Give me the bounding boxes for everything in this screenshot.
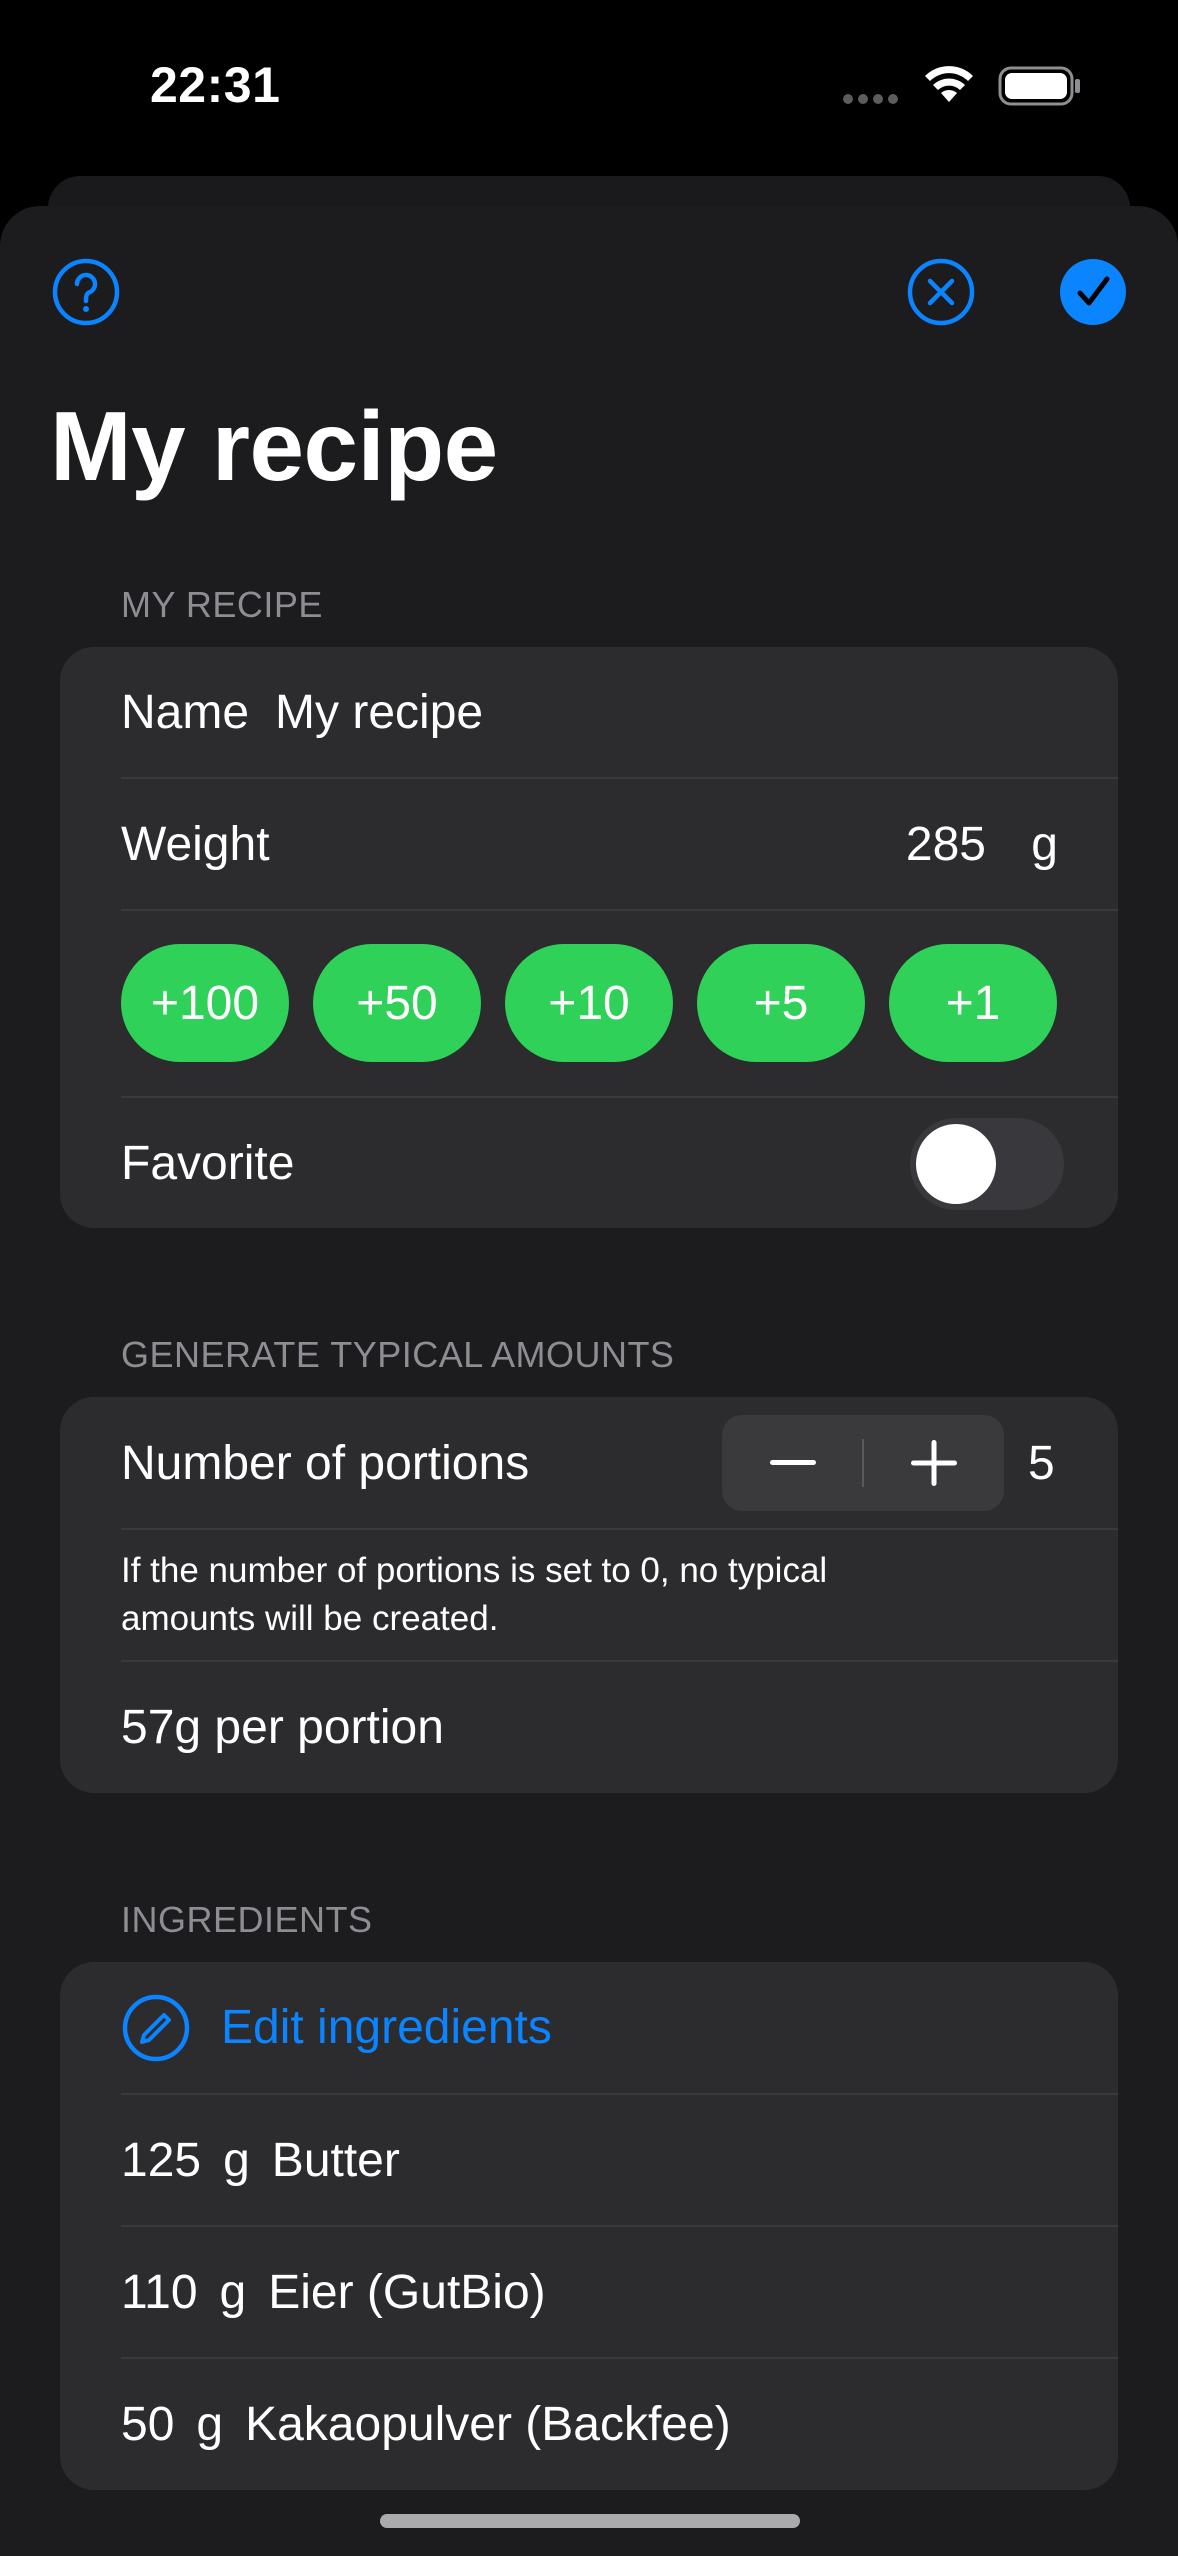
favorite-row: Favorite bbox=[60, 1098, 1118, 1228]
checkmark-circle-fill-icon bbox=[1060, 259, 1126, 325]
weight-unit: g bbox=[1031, 817, 1058, 871]
ingredient-row[interactable]: 125 g Butter bbox=[60, 2095, 1118, 2225]
ingredient-name: Eier (GutBio) bbox=[268, 2265, 546, 2319]
battery-icon bbox=[998, 66, 1080, 106]
wifi-icon bbox=[925, 66, 973, 102]
ingredient-unit: g bbox=[196, 2398, 224, 2451]
increment-100-button[interactable]: +100 bbox=[121, 944, 289, 1062]
portions-stepper bbox=[722, 1415, 1004, 1511]
name-label: Name bbox=[121, 686, 250, 739]
decrement-button[interactable] bbox=[722, 1415, 863, 1511]
increment-50-button[interactable]: +50 bbox=[313, 944, 481, 1062]
ingredient-name: Kakaopulver (Backfee) bbox=[245, 2398, 731, 2451]
ingredients-group: Edit ingredients 125 g Butter 110 g Eier… bbox=[60, 1962, 1118, 2490]
increment-button[interactable] bbox=[863, 1415, 1004, 1511]
ingredient-row[interactable]: 50 g Kakaopulver (Backfee) bbox=[60, 2359, 1118, 2490]
increment-5-button[interactable]: +5 bbox=[697, 944, 865, 1062]
amounts-group: Number of portions 5 If the number of po… bbox=[60, 1397, 1118, 1793]
weight-row: Weight 285 g bbox=[60, 779, 1118, 909]
name-row[interactable]: Name My recipe bbox=[60, 647, 1118, 778]
section-header-ingredients: INGREDIENTS bbox=[121, 1899, 373, 1940]
edit-ingredients-label: Edit ingredients bbox=[221, 2001, 552, 2054]
increment-10-button[interactable]: +10 bbox=[505, 944, 673, 1062]
help-circle-icon bbox=[52, 258, 120, 326]
help-button[interactable] bbox=[51, 257, 121, 327]
weight-label: Weight bbox=[121, 817, 270, 871]
name-input[interactable]: My recipe bbox=[275, 685, 483, 740]
signal-icon bbox=[843, 94, 898, 104]
ingredient-amount: 50 bbox=[121, 2398, 175, 2451]
plus-icon bbox=[910, 1440, 957, 1486]
increment-row: +100 +50 +10 +5 +1 bbox=[60, 944, 1118, 1062]
portions-label: Number of portions bbox=[121, 1436, 530, 1490]
pencil-circle-icon bbox=[122, 1994, 190, 2061]
minus-icon bbox=[769, 1460, 816, 1465]
ingredient-name: Butter bbox=[271, 2133, 400, 2187]
section-header-typical-amounts: GENERATE TYPICAL AMOUNTS bbox=[121, 1334, 675, 1375]
status-time: 22:31 bbox=[150, 57, 281, 113]
status-bar: 22:31 bbox=[0, 0, 1178, 170]
info-row: If the number of portions is set to 0, n… bbox=[60, 1530, 1118, 1660]
status-icons bbox=[842, 62, 1082, 110]
info-text-line1: If the number of portions is set to 0, n… bbox=[121, 1551, 828, 1590]
per-portion-row: 57g per portion bbox=[60, 1662, 1118, 1793]
favorite-toggle[interactable] bbox=[910, 1118, 1064, 1210]
edit-ingredients-button[interactable]: Edit ingredients bbox=[60, 1962, 1118, 2093]
x-circle-icon bbox=[907, 258, 975, 326]
section-header-my-recipe: MY RECIPE bbox=[121, 584, 323, 625]
increment-1-button[interactable]: +1 bbox=[889, 944, 1057, 1062]
cancel-button[interactable] bbox=[906, 257, 976, 327]
divider bbox=[121, 909, 1118, 911]
portions-row: Number of portions 5 bbox=[60, 1397, 1118, 1529]
page-title: My recipe bbox=[50, 391, 498, 501]
ingredient-amount: 125 bbox=[121, 2133, 202, 2187]
favorite-label: Favorite bbox=[121, 1136, 295, 1190]
info-text-line2: amounts will be created. bbox=[121, 1599, 499, 1638]
home-indicator[interactable] bbox=[380, 2514, 800, 2528]
portions-value: 5 bbox=[1028, 1436, 1055, 1490]
weight-input[interactable]: 285 bbox=[906, 817, 986, 872]
confirm-button[interactable] bbox=[1058, 257, 1128, 327]
per-portion-text: 57g per portion bbox=[121, 1701, 444, 1754]
toggle-knob bbox=[916, 1124, 996, 1204]
ingredient-amount: 110 bbox=[121, 2265, 198, 2319]
ingredient-unit: g bbox=[223, 2133, 250, 2187]
ingredient-unit: g bbox=[219, 2265, 247, 2319]
ingredient-row[interactable]: 110 g Eier (GutBio) bbox=[60, 2227, 1118, 2357]
recipe-group: Name My recipe Weight 285 g +100 +50 +10… bbox=[60, 647, 1118, 1228]
